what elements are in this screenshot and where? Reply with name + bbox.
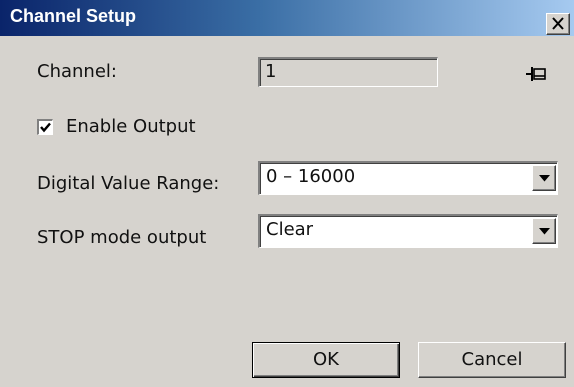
dropdown-arrow-icon (539, 175, 550, 182)
stop-mode-output-label: STOP mode output (37, 227, 207, 248)
digital-value-range-select[interactable]: 0 – 16000 (258, 161, 558, 195)
title-bar[interactable]: Channel Setup (0, 0, 574, 36)
digital-value-range-value: 0 – 16000 (266, 166, 356, 187)
digital-value-range-dropdown-button[interactable] (532, 165, 556, 191)
channel-field: 1 (258, 57, 438, 87)
close-icon (552, 17, 564, 30)
dropdown-arrow-icon (539, 228, 550, 235)
stop-mode-output-value: Clear (266, 219, 314, 240)
close-button[interactable] (546, 13, 570, 35)
enable-output-label[interactable]: Enable Output (66, 116, 196, 137)
digital-value-range-label: Digital Value Range: (37, 173, 220, 194)
enable-output-checkbox[interactable] (37, 119, 53, 135)
channel-setup-dialog: Channel Setup Channel: 1 Enable Output D… (0, 0, 574, 387)
checkmark-icon (40, 122, 51, 133)
stop-mode-output-dropdown-button[interactable] (532, 218, 556, 244)
stop-mode-output-select[interactable]: Clear (258, 214, 558, 248)
cancel-button[interactable]: Cancel (418, 342, 566, 378)
pin-icon (526, 67, 546, 81)
ok-button[interactable]: OK (252, 342, 400, 378)
pin-button[interactable] (515, 58, 557, 91)
channel-label: Channel: (37, 61, 117, 82)
window-title: Channel Setup (10, 6, 137, 26)
